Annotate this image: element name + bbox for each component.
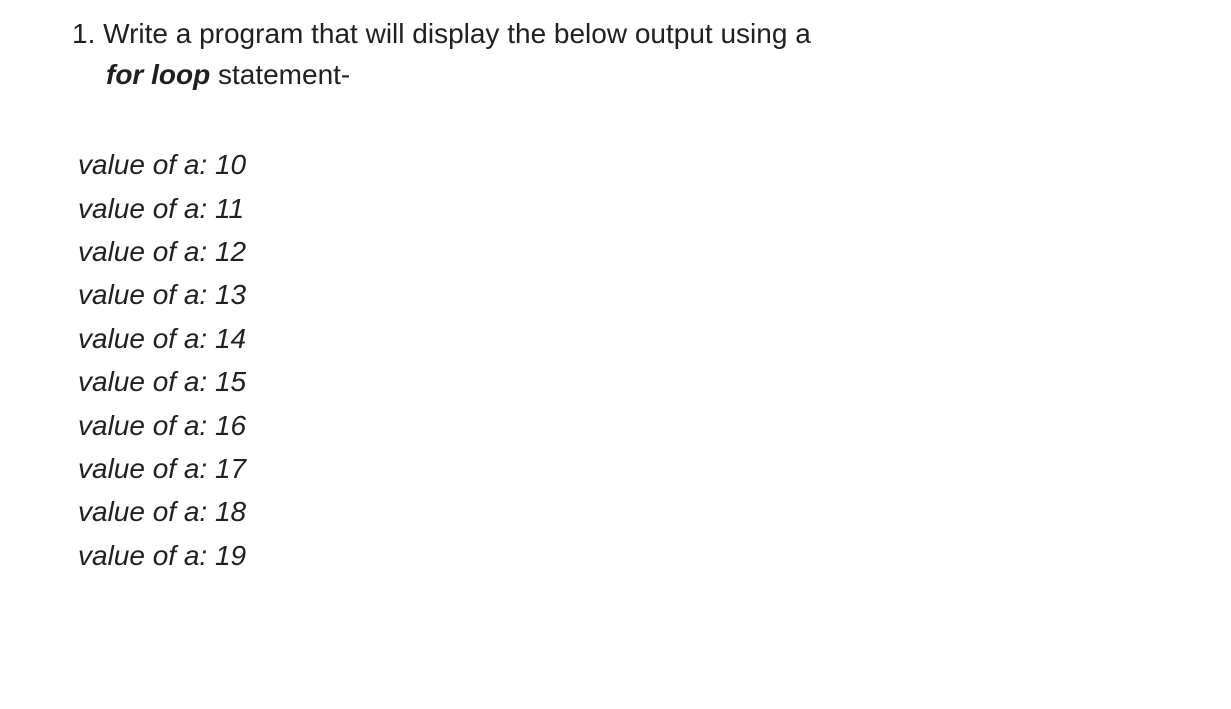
output-value: 18	[215, 496, 246, 527]
output-prefix: value of a:	[78, 236, 215, 267]
question-line2: for loop statement-	[78, 55, 1211, 96]
output-line: value of a: 13	[78, 273, 1211, 316]
output-prefix: value of a:	[78, 540, 215, 571]
output-prefix: value of a:	[78, 366, 215, 397]
output-line: value of a: 17	[78, 447, 1211, 490]
document-page: 1. Write a program that will display the…	[0, 0, 1231, 597]
question-block: 1. Write a program that will display the…	[78, 14, 1211, 95]
keyword-for-loop: for loop	[106, 59, 210, 90]
output-line: value of a: 18	[78, 490, 1211, 533]
output-prefix: value of a:	[78, 496, 215, 527]
output-line: value of a: 14	[78, 317, 1211, 360]
question-text-part1: Write a program that will display the be…	[103, 18, 811, 49]
output-value: 16	[215, 410, 246, 441]
output-value: 15	[215, 366, 246, 397]
output-line: value of a: 12	[78, 230, 1211, 273]
output-prefix: value of a:	[78, 149, 215, 180]
output-line: value of a: 19	[78, 534, 1211, 577]
output-prefix: value of a:	[78, 193, 215, 224]
output-line: value of a: 10	[78, 143, 1211, 186]
output-value: 14	[215, 323, 246, 354]
output-line: value of a: 15	[78, 360, 1211, 403]
output-prefix: value of a:	[78, 279, 215, 310]
output-value: 13	[215, 279, 246, 310]
output-prefix: value of a:	[78, 453, 215, 484]
output-line: value of a: 16	[78, 404, 1211, 447]
output-value: 10	[215, 149, 246, 180]
output-value: 11	[215, 193, 244, 224]
question-number: 1.	[72, 14, 95, 55]
output-value: 12	[215, 236, 246, 267]
output-value: 17	[215, 453, 246, 484]
output-prefix: value of a:	[78, 410, 215, 441]
question-text-part2: statement-	[210, 59, 350, 90]
output-line: value of a: 11	[78, 187, 1211, 230]
expected-output-block: value of a: 10 value of a: 11 value of a…	[78, 143, 1211, 577]
output-value: 19	[215, 540, 246, 571]
output-prefix: value of a:	[78, 323, 215, 354]
